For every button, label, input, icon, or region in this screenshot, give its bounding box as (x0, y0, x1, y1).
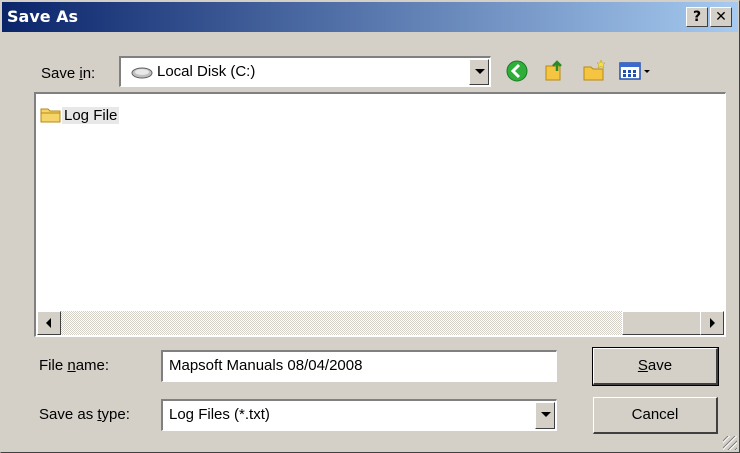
drive-icon (131, 67, 153, 79)
save-as-type-dropdown[interactable]: Log Files (*.txt) (161, 399, 557, 431)
file-name-input[interactable]: Mapsoft Manuals 08/04/2008 (161, 350, 557, 382)
save-button[interactable]: Save (592, 347, 719, 386)
scroll-right-button[interactable] (700, 311, 724, 335)
help-button[interactable]: ? (686, 7, 708, 27)
arrow-right-icon (710, 318, 715, 328)
file-list[interactable]: Log File (34, 92, 726, 337)
save-in-label: Save in: (41, 65, 96, 82)
save-in-dropdown-button[interactable] (469, 59, 489, 85)
save-as-type-value: Log Files (*.txt) (169, 406, 270, 423)
save-as-type-label: Save as type: (39, 406, 130, 423)
folder-icon (40, 108, 61, 123)
up-folder-icon[interactable] (541, 57, 569, 85)
list-item[interactable]: Log File (40, 104, 120, 126)
title-bar[interactable]: Save As ? ✕ (2, 2, 738, 32)
resize-grip-icon[interactable] (723, 436, 737, 450)
horizontal-scrollbar[interactable] (37, 311, 724, 335)
scroll-left-button[interactable] (37, 311, 61, 335)
save-in-value: Local Disk (C:) (157, 63, 256, 80)
save-as-dialog: Save As ? ✕ Save in: Local Disk (C:) Log… (0, 0, 740, 453)
window-title: Save As (7, 7, 79, 26)
views-menu-icon[interactable] (617, 57, 657, 85)
back-icon[interactable] (503, 57, 531, 85)
close-button[interactable]: ✕ (710, 7, 732, 27)
new-folder-icon[interactable] (581, 57, 609, 85)
arrow-left-icon (46, 318, 51, 328)
save-as-type-dropdown-button[interactable] (535, 402, 555, 429)
save-in-dropdown[interactable]: Local Disk (C:) (119, 56, 491, 87)
scroll-thumb[interactable] (622, 311, 702, 335)
list-item-label: Log File (62, 106, 120, 124)
cancel-button[interactable]: Cancel (593, 397, 718, 434)
file-name-label: File name: (39, 357, 110, 374)
